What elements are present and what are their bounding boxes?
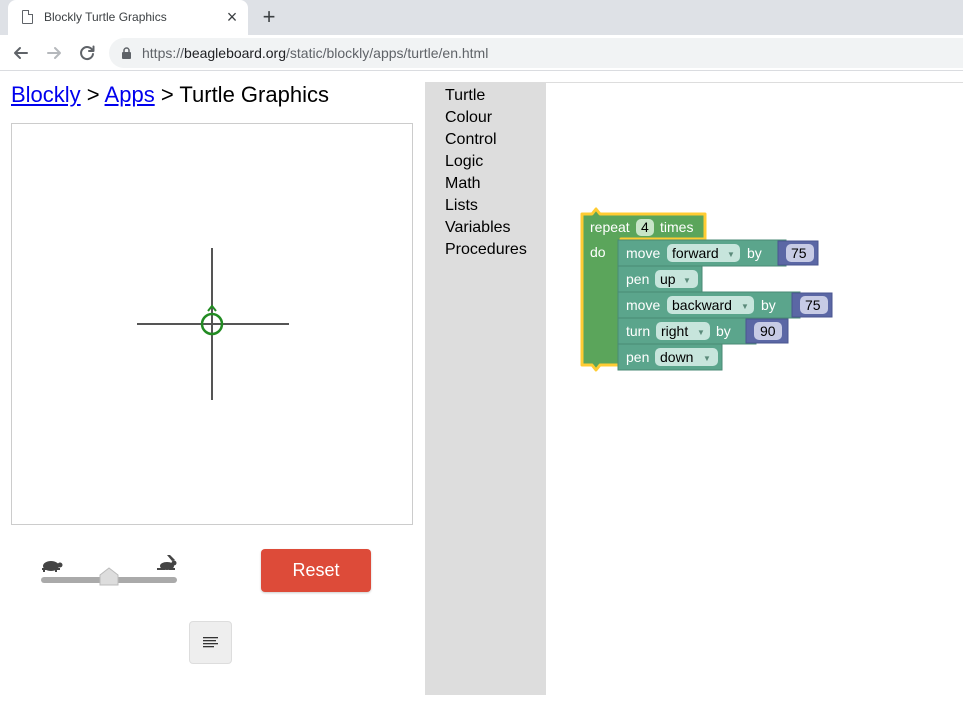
toolbox-category-control[interactable]: Control (445, 131, 497, 149)
new-tab-icon[interactable]: + (258, 6, 280, 28)
url-text: https://beagleboard.org/static/blockly/a… (142, 45, 489, 61)
address-bar[interactable]: https://beagleboard.org/static/blockly/a… (109, 38, 963, 68)
tortoise-icon (42, 561, 63, 572)
hare-icon (157, 555, 177, 570)
turn-direction-value: right (661, 323, 688, 339)
dropdown-arrow-icon: ▼ (727, 250, 735, 259)
breadcrumb: Blockly > Apps > Turtle Graphics (11, 82, 329, 108)
tab-title: Blockly Turtle Graphics (44, 10, 167, 24)
browser-tab[interactable]: Blockly Turtle Graphics × (8, 0, 248, 35)
workspace-canvas: repeat 4 times do move forward ▼ by 75 p… (580, 207, 833, 372)
toolbox-category-turtle[interactable]: Turtle (445, 87, 485, 105)
dropdown-arrow-icon: ▼ (683, 276, 691, 285)
dropdown-arrow-icon: ▼ (697, 328, 705, 337)
pen-state-value: down (660, 349, 693, 365)
forward-arrow-icon[interactable] (43, 42, 65, 64)
move-label: move (626, 297, 660, 313)
breadcrumb-separator: > (154, 82, 180, 107)
turn-label: turn (626, 323, 650, 339)
speed-slider-knob[interactable] (99, 567, 119, 586)
back-arrow-icon[interactable] (10, 42, 32, 64)
pen-label: pen (626, 349, 649, 365)
direction-value: forward (672, 245, 719, 261)
reload-icon[interactable] (76, 42, 98, 64)
reset-button[interactable]: Reset (261, 549, 371, 592)
toolbox-category-math[interactable]: Math (445, 175, 481, 193)
toolbox-category-lists[interactable]: Lists (445, 197, 478, 215)
pen-state-value: up (660, 271, 676, 287)
move-label: move (626, 245, 660, 261)
block-workspace[interactable]: repeat 4 times do move forward ▼ by 75 p… (546, 82, 963, 695)
dropdown-arrow-icon: ▼ (741, 302, 749, 311)
number-value: 75 (805, 297, 821, 313)
repeat-label: repeat (590, 219, 630, 235)
lock-icon[interactable] (122, 47, 131, 59)
turtle-drawing (137, 248, 289, 400)
toolbox-category-procedures[interactable]: Procedures (445, 241, 527, 259)
repeat-times-label: times (660, 219, 693, 235)
by-label: by (747, 245, 762, 261)
direction-value: backward (672, 297, 732, 313)
toolbox-category-logic[interactable]: Logic (445, 153, 483, 171)
apps-link[interactable]: Apps (105, 82, 155, 107)
repeat-count-value: 4 (641, 219, 649, 235)
browser-toolbar: https://beagleboard.org/static/blockly/a… (0, 35, 963, 71)
blockly-link[interactable]: Blockly (11, 82, 81, 107)
move-forward-block[interactable]: move forward ▼ by 75 (617, 239, 819, 267)
block-toolbox: Turtle Colour Control Logic Math Lists V… (425, 82, 546, 695)
repeat-do-label: do (590, 244, 606, 260)
close-tab-icon[interactable]: × (222, 7, 242, 27)
by-label: by (761, 297, 776, 313)
turn-right-block[interactable]: turn right ▼ by 90 (617, 317, 789, 345)
text-lines-icon (203, 637, 218, 648)
move-backward-block[interactable]: move backward ▼ by 75 (617, 291, 833, 319)
breadcrumb-separator: > (80, 82, 105, 107)
pen-up-block[interactable]: pen up ▼ (617, 265, 703, 293)
pen-label: pen (626, 271, 649, 287)
browser-tab-strip: Blockly Turtle Graphics × + (0, 0, 963, 35)
dropdown-arrow-icon: ▼ (703, 354, 711, 363)
pen-down-block[interactable]: pen down ▼ (617, 343, 723, 371)
show-code-button[interactable] (189, 621, 232, 664)
turtle-app-page: Blockly > Apps > Turtle Graphics Reset T… (0, 72, 963, 695)
number-value: 75 (791, 245, 807, 261)
page-title: Turtle Graphics (179, 82, 329, 107)
document-icon (22, 10, 33, 24)
toolbox-category-variables[interactable]: Variables (445, 219, 511, 237)
speed-slider[interactable] (40, 555, 180, 595)
turtle-canvas (11, 123, 413, 525)
number-value: 90 (760, 323, 776, 339)
toolbox-category-colour[interactable]: Colour (445, 109, 492, 127)
by-label: by (716, 323, 731, 339)
